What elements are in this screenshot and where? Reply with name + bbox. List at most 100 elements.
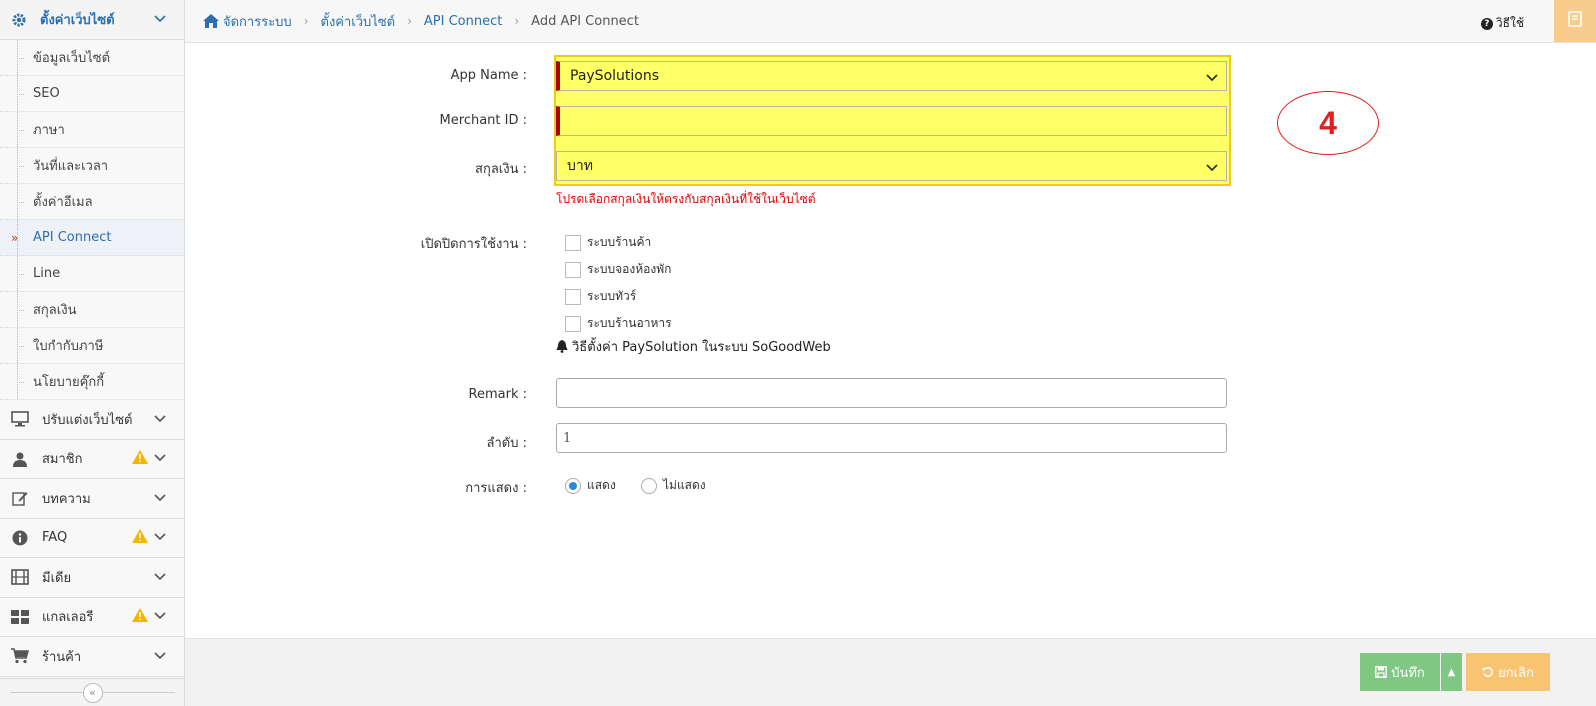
currency-value: บาท <box>567 158 593 174</box>
undo-icon <box>1482 666 1494 678</box>
radio-label: ไม่แสดง <box>663 478 706 492</box>
active-arrow-icon: » <box>11 230 19 245</box>
sidebar-item-email[interactable]: ตั้งค่าอีเมล <box>0 184 184 220</box>
sidebar-item-datetime[interactable]: วันที่และเวลา <box>0 148 184 184</box>
sidebar-item-media[interactable]: มีเดีย <box>0 558 184 598</box>
breadcrumb-website-settings[interactable]: ตั้งค่าเว็บไซต์ <box>321 11 396 32</box>
checkbox-shop-system[interactable]: ระบบร้านค้า <box>565 233 651 252</box>
sidebar-item-label: ปรับแต่งเว็บไซต์ <box>42 412 133 428</box>
order-input[interactable]: 1 <box>556 423 1227 453</box>
sidebar-item-label: API Connect <box>33 230 112 245</box>
radio-button[interactable] <box>641 477 657 494</box>
radio-hide[interactable]: ไม่แสดง <box>641 476 706 495</box>
sidebar-item-label: ข้อมูลเว็บไซต์ <box>33 51 111 66</box>
currency-select[interactable]: บาท <box>556 151 1227 181</box>
book-icon <box>1568 11 1582 31</box>
display-label: การแสดง : <box>465 481 527 496</box>
sidebar-item-label: SEO <box>33 86 60 101</box>
chevron-down-icon <box>1206 70 1218 86</box>
bell-icon <box>556 340 568 353</box>
question-icon: ? <box>1480 17 1493 30</box>
app-name-select[interactable]: PaySolutions <box>556 61 1227 91</box>
sidebar-section-website-settings[interactable]: ตั้งค่าเว็บไซต์ <box>0 0 184 40</box>
order-label: ลำดับ : <box>486 436 527 451</box>
sidebar-item-shop[interactable]: ร้านค้า <box>0 637 184 677</box>
sidebar-item-customize-website[interactable]: ปรับแต่งเว็บไซต์ <box>0 400 184 440</box>
help-link[interactable]: ? วิธีใช้ <box>1480 14 1524 33</box>
sidebar-item-label: นโยบายคุ๊กกี้ <box>33 375 105 390</box>
sidebar-item-gallery[interactable]: แกลเลอรี <box>0 597 184 637</box>
sidebar-item-label: ใบกำกับภาษี <box>33 339 104 354</box>
breadcrumb-system[interactable]: จัดการระบบ <box>223 11 292 32</box>
save-options-button[interactable]: ▲ <box>1441 653 1462 691</box>
sidebar-item-label: สกุลเงิน <box>33 303 77 318</box>
cancel-label: ยกเลิก <box>1498 665 1534 681</box>
sidebar-item-line[interactable]: Line <box>0 256 184 292</box>
merchant-id-input[interactable] <box>556 106 1227 136</box>
cancel-button[interactable]: ยกเลิก <box>1466 653 1550 691</box>
checkbox-tour-system[interactable]: ระบบทัวร์ <box>565 287 636 306</box>
warning-icon <box>132 449 148 468</box>
radio-show[interactable]: แสดง <box>565 476 616 495</box>
sidebar-footer: « <box>0 678 184 706</box>
checkbox[interactable] <box>565 288 581 305</box>
checkbox-booking-system[interactable]: ระบบจองห้องพัก <box>565 260 671 279</box>
floppy-icon <box>1375 666 1388 678</box>
checkbox[interactable] <box>565 315 581 332</box>
enable-label: เปิดปิดการใช้งาน : <box>420 237 527 252</box>
user-icon <box>10 450 30 468</box>
currency-error-message: โปรดเลือกสกุลเงินให้ตรงกับสกุลเงินที่ใช้… <box>556 192 816 206</box>
warning-icon <box>132 607 148 626</box>
sidebar-item-label: FAQ <box>42 530 68 546</box>
home-icon[interactable] <box>203 14 219 28</box>
sidebar: ตั้งค่าเว็บไซต์ ข้อมูลเว็บไซต์ SEO ภาษา … <box>0 0 185 706</box>
checkbox-label: ระบบร้านค้า <box>587 235 652 249</box>
sidebar-item-articles[interactable]: บทความ <box>0 479 184 519</box>
chevron-down-icon <box>154 12 166 27</box>
sidebar-item-members[interactable]: สมาชิก <box>0 439 184 479</box>
checkbox-label: ระบบร้านอาหาร <box>587 316 672 330</box>
sidebar-item-label: มีเดีย <box>42 570 72 586</box>
save-button[interactable]: บันทึก <box>1360 653 1440 691</box>
chevron-down-icon <box>154 570 166 585</box>
chevron-down-icon <box>154 451 166 466</box>
chevron-down-icon <box>154 530 166 545</box>
save-label: บันทึก <box>1391 665 1425 681</box>
monitor-icon <box>10 410 30 428</box>
remark-input[interactable] <box>556 378 1227 408</box>
breadcrumb-api-connect[interactable]: API Connect <box>424 14 502 29</box>
sidebar-item-label: ภาษา <box>33 123 65 138</box>
sidebar-item-language[interactable]: ภาษา <box>0 112 184 148</box>
sidebar-item-tax-invoice[interactable]: ใบกำกับภาษี <box>0 328 184 364</box>
chevron-down-icon <box>154 412 166 427</box>
film-icon <box>10 568 30 586</box>
sidebar-item-cookie-policy[interactable]: นโยบายคุ๊กกี้ <box>0 364 184 400</box>
checkbox[interactable] <box>565 234 581 251</box>
app-name-value: PaySolutions <box>570 68 660 84</box>
sidebar-item-currency[interactable]: สกุลเงิน <box>0 292 184 328</box>
sidebar-item-faq[interactable]: FAQ <box>0 518 184 558</box>
top-bar: จัดการระบบ › ตั้งค่าเว็บไซต์ › API Conne… <box>185 0 1596 43</box>
sidebar-item-seo[interactable]: SEO <box>0 76 184 112</box>
sidebar-header-label: ตั้งค่าเว็บไซต์ <box>40 13 115 28</box>
manual-button[interactable] <box>1554 0 1596 42</box>
chevron-down-icon <box>154 491 166 506</box>
collapse-sidebar-icon[interactable]: « <box>82 682 103 703</box>
checkbox-label: ระบบทัวร์ <box>587 289 637 303</box>
checkbox[interactable] <box>565 261 581 278</box>
sidebar-item-label: Line <box>33 266 61 281</box>
setup-guide-link[interactable]: วิธีตั้งค่า PaySolution ในระบบ SoGoodWeb <box>556 336 831 357</box>
order-value: 1 <box>563 430 572 446</box>
grid-icon <box>10 608 30 626</box>
sidebar-item-api-connect[interactable]: » API Connect <box>0 220 184 256</box>
sidebar-item-label: บทความ <box>42 491 91 507</box>
radio-button[interactable] <box>565 477 581 494</box>
chevron-down-icon <box>154 649 166 664</box>
sidebar-item-label: สมาชิก <box>42 452 83 468</box>
sidebar-item-website-info[interactable]: ข้อมูลเว็บไซต์ <box>0 40 184 76</box>
sidebar-sub-list: ข้อมูลเว็บไซต์ SEO ภาษา วันที่และเวลา ตั… <box>0 40 184 400</box>
step-annotation: 4 <box>1277 91 1379 155</box>
sidebar-item-label: แกลเลอรี <box>42 610 94 626</box>
warning-icon <box>132 528 148 547</box>
checkbox-restaurant-system[interactable]: ระบบร้านอาหาร <box>565 314 672 333</box>
